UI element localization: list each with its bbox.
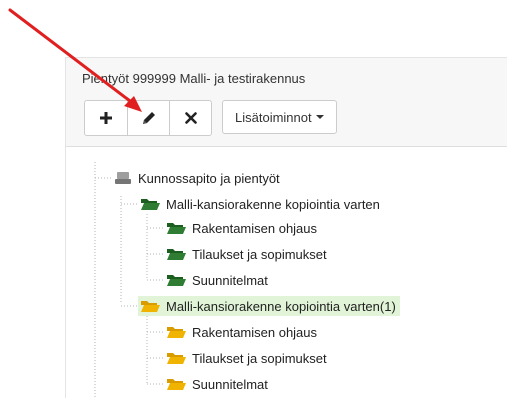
edit-button[interactable] (127, 101, 169, 135)
add-button[interactable] (85, 101, 127, 135)
plus-icon (100, 112, 112, 124)
more-actions-dropdown[interactable]: Lisätoiminnot (222, 100, 337, 134)
pencil-icon (142, 112, 155, 124)
tree-node-child[interactable]: Tilaukset ja sopimukset (166, 244, 327, 264)
panel-header: Pientyöt 999999 Malli- ja testirakennus (66, 58, 507, 147)
tree-node-group-2[interactable]: Malli-kansiorakenne kopiointia varten(1) (138, 296, 400, 316)
tree-node-child[interactable]: Rakentamisen ohjaus (166, 218, 317, 238)
tree-node-group-1[interactable]: Malli-kansiorakenne kopiointia varten (140, 194, 380, 214)
folder-open-icon (166, 377, 186, 391)
folder-open-icon (166, 221, 186, 235)
caret-down-icon (315, 115, 324, 119)
folder-open-icon (166, 351, 186, 365)
delete-button[interactable] (169, 101, 211, 135)
folder-open-icon (140, 299, 160, 313)
tree-node-label: Suunnitelmat (192, 376, 268, 392)
tree-node-root[interactable]: Kunnossapito ja pientyöt (114, 168, 280, 188)
tree-node-label: Kunnossapito ja pientyöt (138, 170, 280, 186)
folder-open-icon (166, 247, 186, 261)
close-icon (184, 112, 197, 124)
tree-node-label: Suunnitelmat (192, 272, 268, 288)
tree-node-label: Tilaukset ja sopimukset (192, 246, 327, 262)
screenshot-stage: Pientyöt 999999 Malli- ja testirakennus (0, 0, 507, 398)
folder-open-icon (140, 197, 160, 211)
folder-open-icon (166, 325, 186, 339)
tree-node-child[interactable]: Tilaukset ja sopimukset (166, 348, 327, 368)
page-title: Pientyöt 999999 Malli- ja testirakennus (82, 71, 306, 86)
tree-node-label: Tilaukset ja sopimukset (192, 350, 327, 366)
tree-node-child[interactable]: Suunnitelmat (166, 374, 268, 394)
more-actions-label: Lisätoiminnot (235, 109, 312, 125)
tree-node-label: Rakentamisen ohjaus (192, 220, 318, 236)
toolbar-button-group (84, 100, 212, 136)
tree-node-child[interactable]: Rakentamisen ohjaus (166, 322, 317, 342)
tree-node-label: Malli-kansiorakenne kopiointia varten (166, 196, 380, 212)
folder-open-icon (166, 273, 186, 287)
drive-icon (114, 171, 132, 185)
tree-node-child[interactable]: Suunnitelmat (166, 270, 268, 290)
tree-node-label: Rakentamisen ohjaus (192, 324, 318, 340)
tree-node-label: Malli-kansiorakenne kopiointia varten(1) (166, 298, 396, 314)
